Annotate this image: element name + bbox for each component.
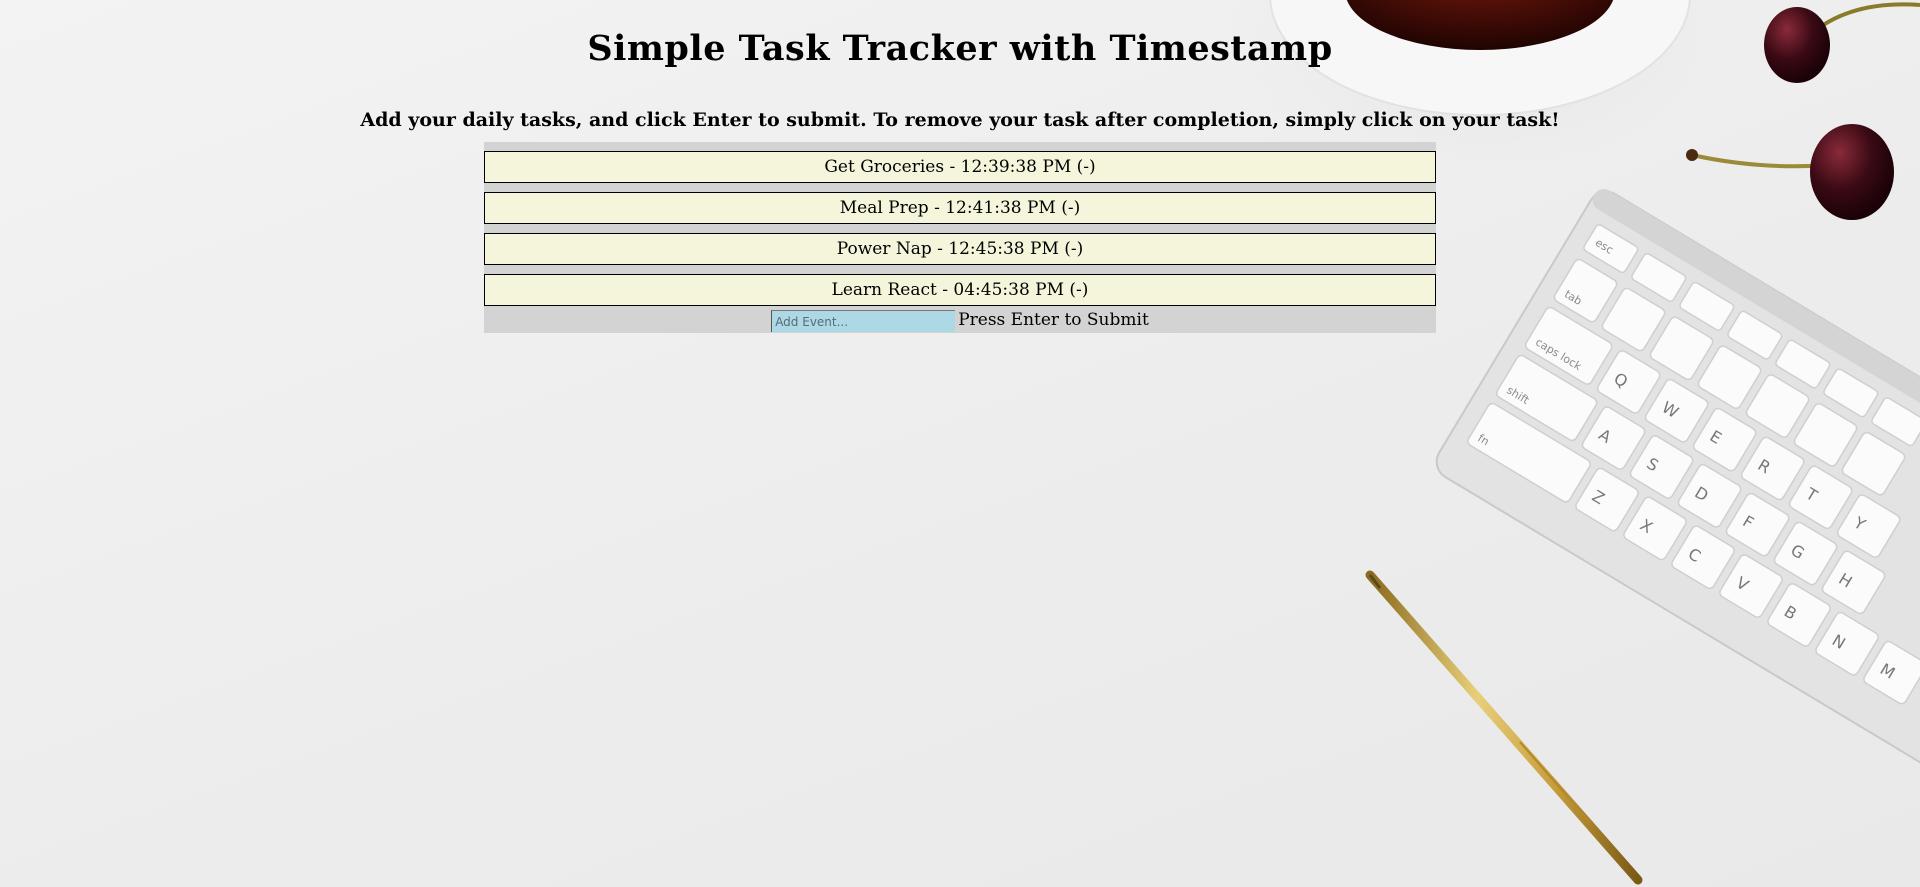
add-task-form: Press Enter to Submit: [484, 308, 1436, 333]
task-item[interactable]: Learn React - 04:45:38 PM (-): [484, 274, 1436, 306]
task-list: Get Groceries - 12:39:38 PM (-) Meal Pre…: [484, 151, 1436, 306]
task-tracker-app: Simple Task Tracker with Timestamp Add y…: [0, 0, 1920, 333]
task-item[interactable]: Meal Prep - 12:41:38 PM (-): [484, 192, 1436, 224]
task-item[interactable]: Power Nap - 12:45:38 PM (-): [484, 233, 1436, 265]
page-title: Simple Task Tracker with Timestamp: [587, 28, 1333, 69]
submit-hint: Press Enter to Submit: [958, 310, 1149, 330]
instructions-text: Add your daily tasks, and click Enter to…: [360, 109, 1560, 131]
pen-image: [1365, 570, 1643, 885]
task-item[interactable]: Get Groceries - 12:39:38 PM (-): [484, 151, 1436, 183]
task-list-panel: Get Groceries - 12:39:38 PM (-) Meal Pre…: [484, 142, 1436, 333]
add-event-input[interactable]: [771, 309, 956, 332]
